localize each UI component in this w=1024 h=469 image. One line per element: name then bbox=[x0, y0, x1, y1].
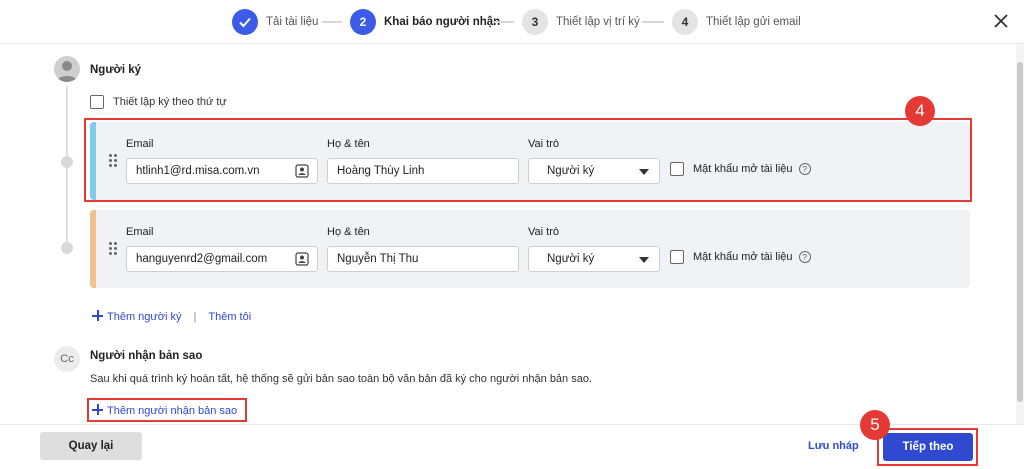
drag-handle-icon[interactable] bbox=[109, 242, 119, 256]
next-button[interactable]: Tiếp theo bbox=[883, 433, 973, 461]
step-3-number: 3 bbox=[522, 9, 548, 35]
separator: | bbox=[193, 310, 197, 323]
sign-order-toggle[interactable]: Thiết lập ký theo thứ tự bbox=[90, 95, 227, 109]
check-icon bbox=[232, 9, 258, 35]
step-3-label: Thiết lập vị trí ký bbox=[556, 16, 640, 28]
step-4-number: 4 bbox=[672, 9, 698, 35]
add-me-link[interactable]: Thêm tôi bbox=[208, 311, 251, 323]
step-4-label: Thiết lập gửi email bbox=[706, 16, 801, 28]
step-connector bbox=[642, 21, 664, 23]
add-signer-link[interactable]: Thêm người ký bbox=[92, 310, 182, 323]
name-label: Họ & tên bbox=[327, 226, 370, 238]
signer-card: Email hanguyenrd2@gmail.com Họ & tên Ngu… bbox=[90, 210, 970, 288]
cc-avatar: Cc bbox=[54, 346, 80, 372]
annotation-badge-4: 4 bbox=[905, 96, 935, 126]
signer-actions: Thêm người ký | Thêm tôi bbox=[92, 310, 251, 323]
help-icon[interactable]: ? bbox=[798, 251, 811, 263]
plus-icon bbox=[92, 310, 103, 321]
email-label: Email bbox=[126, 226, 154, 238]
email-value: hanguyenrd2@gmail.com bbox=[136, 253, 268, 265]
signer-accent bbox=[90, 210, 96, 288]
step-2-number: 2 bbox=[350, 9, 376, 35]
step-1-label: Tải tài liệu bbox=[266, 16, 319, 28]
contact-icon[interactable] bbox=[295, 252, 309, 266]
save-draft-button[interactable]: Lưu nháp bbox=[808, 440, 859, 452]
caret-down-icon bbox=[639, 257, 649, 263]
role-label: Vai trò bbox=[528, 226, 559, 238]
sign-order-checkbox[interactable] bbox=[90, 95, 104, 109]
role-select[interactable]: Người ký bbox=[528, 246, 660, 272]
fullname-field[interactable]: Nguyễn Thị Thu bbox=[327, 246, 519, 272]
user-avatar-icon bbox=[54, 56, 80, 82]
step-3[interactable]: 3 Thiết lập vị trí ký bbox=[522, 9, 640, 35]
add-signer-label: Thêm người ký bbox=[107, 311, 182, 323]
annotation-box-add-cc bbox=[87, 398, 247, 422]
cc-description: Sau khi quá trình ký hoàn tất, hệ thống … bbox=[90, 373, 593, 385]
signers-title: Người ký bbox=[90, 64, 142, 76]
password-label: Mật khẩu mở tài liệu bbox=[693, 251, 793, 263]
timeline-dot bbox=[61, 156, 73, 168]
annotation-badge-5: 5 bbox=[860, 410, 890, 440]
scrollbar-thumb[interactable] bbox=[1017, 62, 1023, 402]
password-toggle[interactable]: Mật khẩu mở tài liệu ? bbox=[670, 250, 811, 264]
password-checkbox[interactable] bbox=[670, 250, 684, 264]
role-value: Người ký bbox=[547, 253, 595, 265]
timeline-dot bbox=[61, 242, 73, 254]
step-1[interactable]: Tải tài liệu bbox=[232, 9, 318, 35]
stepper-header: Tải tài liệu 2 Khai báo người nhận 3 Thi… bbox=[0, 0, 1024, 44]
step-connector bbox=[322, 21, 342, 23]
cc-title: Người nhận bản sao bbox=[90, 350, 203, 362]
email-field[interactable]: hanguyenrd2@gmail.com bbox=[126, 246, 318, 272]
step-connector bbox=[492, 21, 514, 23]
step-4[interactable]: 4 Thiết lập gửi email bbox=[672, 9, 801, 35]
step-2[interactable]: 2 Khai báo người nhận bbox=[350, 9, 500, 35]
annotation-box-4 bbox=[84, 118, 972, 202]
back-button[interactable]: Quay lại bbox=[40, 432, 142, 460]
fullname-value: Nguyễn Thị Thu bbox=[337, 253, 419, 265]
step-2-label: Khai báo người nhận bbox=[384, 16, 501, 28]
sign-order-label: Thiết lập ký theo thứ tự bbox=[113, 96, 227, 108]
close-icon[interactable] bbox=[990, 10, 1012, 32]
